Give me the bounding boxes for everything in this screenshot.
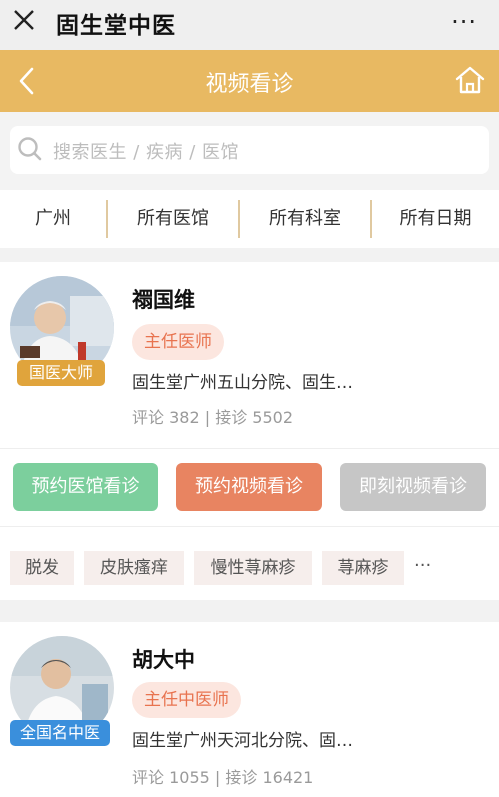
filter-department[interactable]: 所有科室 bbox=[240, 190, 370, 248]
doctor-name: 胡大中 bbox=[132, 648, 195, 672]
doctor-badge: 国医大师 bbox=[17, 360, 105, 386]
instant-video-button[interactable]: 即刻视频看诊 bbox=[340, 463, 486, 511]
symptom-tag[interactable]: 慢性荨麻疹 bbox=[194, 551, 312, 585]
filter-bar: 广州 所有医馆 所有科室 所有日期 bbox=[0, 190, 499, 248]
doctor-title-tag: 主任中医师 bbox=[132, 682, 241, 718]
doctor-hospital: 固生堂广州天河北分院、固… bbox=[132, 731, 353, 751]
doctor-title-tag: 主任医师 bbox=[132, 324, 224, 360]
symptom-tag[interactable]: 荨麻疹 bbox=[322, 551, 404, 585]
more-tags-icon[interactable]: ··· bbox=[414, 555, 431, 576]
doctor-card[interactable]: 全国名中医 胡大中 主任中医师 固生堂广州天河北分院、固… 评论 1055 | … bbox=[0, 622, 499, 797]
search-icon bbox=[18, 137, 42, 161]
app-title: 固生堂中医 bbox=[56, 13, 176, 39]
page-title: 视频看诊 bbox=[205, 72, 294, 97]
doctor-badge: 全国名中医 bbox=[10, 720, 110, 746]
doctor-stats: 评论 1055 | 接诊 16421 bbox=[132, 768, 314, 787]
symptom-tag[interactable]: 脱发 bbox=[10, 551, 74, 585]
home-icon[interactable] bbox=[454, 64, 486, 96]
book-video-button[interactable]: 预约视频看诊 bbox=[176, 463, 322, 511]
search-area: 搜索医生 / 疾病 / 医馆 bbox=[0, 112, 499, 190]
doctor-card[interactable]: 国医大师 禤国维 主任医师 固生堂广州五山分院、固生… 评论 382 | 接诊 … bbox=[0, 262, 499, 600]
divider bbox=[0, 526, 499, 527]
doctor-hospital: 固生堂广州五山分院、固生… bbox=[132, 373, 353, 393]
symptom-tag[interactable]: 皮肤瘙痒 bbox=[84, 551, 184, 585]
filter-city[interactable]: 广州 bbox=[0, 190, 106, 248]
doctor-name: 禤国维 bbox=[132, 288, 195, 312]
doctor-stats: 评论 382 | 接诊 5502 bbox=[132, 408, 293, 427]
divider bbox=[0, 448, 499, 449]
filter-date[interactable]: 所有日期 bbox=[372, 190, 499, 248]
page-header: 视频看诊 bbox=[0, 50, 499, 112]
close-icon[interactable] bbox=[10, 6, 38, 34]
book-clinic-button[interactable]: 预约医馆看诊 bbox=[13, 463, 158, 511]
filter-clinic[interactable]: 所有医馆 bbox=[108, 190, 238, 248]
search-placeholder: 搜索医生 / 疾病 / 医馆 bbox=[53, 142, 240, 163]
more-icon[interactable]: ··· bbox=[451, 8, 477, 36]
app-top-bar: 固生堂中医 ··· bbox=[0, 0, 499, 50]
search-input[interactable]: 搜索医生 / 疾病 / 医馆 bbox=[10, 126, 489, 174]
